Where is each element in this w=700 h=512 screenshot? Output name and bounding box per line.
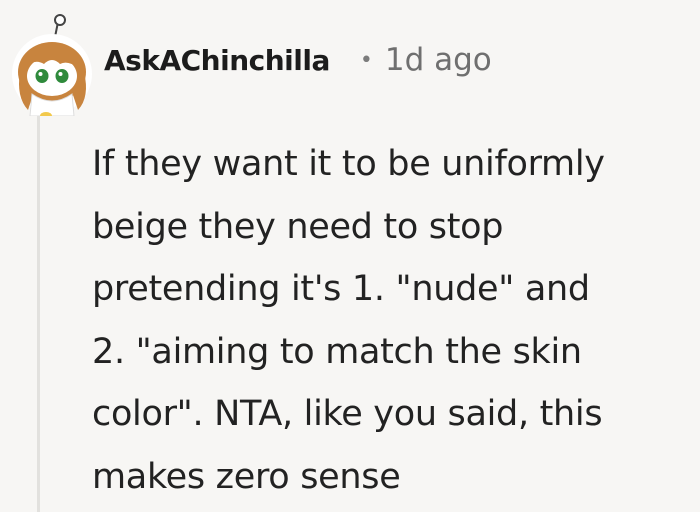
thread-line[interactable] <box>37 116 40 512</box>
comment-timestamp[interactable]: 1d ago <box>385 42 492 78</box>
comment-body-line: makes zero sense <box>92 456 401 497</box>
snoo-avatar-icon <box>12 14 92 120</box>
comment-body-line: If they want it to be uniformly <box>92 144 605 184</box>
comment: AskAChinchilla • 1d ago If they want it … <box>0 0 700 512</box>
author-username[interactable]: AskAChinchilla <box>104 44 330 77</box>
comment-body-line: 2. "aiming to match the skin <box>92 331 582 372</box>
comment-body-line: pretending it's 1. "nude" and <box>92 269 590 309</box>
comment-body: If they want it to be uniformly beige th… <box>92 133 696 508</box>
meta-separator: • <box>359 47 373 73</box>
comment-body-line: beige they need to stop <box>92 206 504 247</box>
comment-body-line: color". NTA, like you said, this <box>92 394 603 434</box>
comment-header: AskAChinchilla • 1d ago <box>104 38 492 82</box>
avatar[interactable] <box>2 12 106 120</box>
